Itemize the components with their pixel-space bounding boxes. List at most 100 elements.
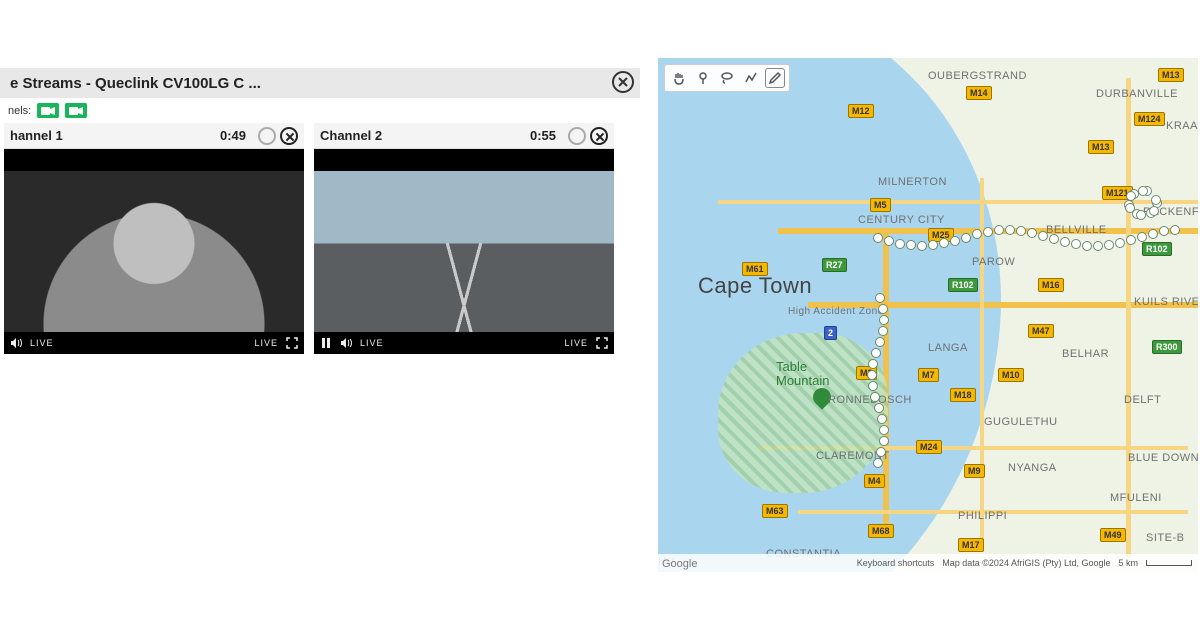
map-route-shield: M49 [1100, 528, 1126, 542]
map-route-shield: M61 [742, 262, 768, 276]
video-player-channel-2[interactable]: LIVE LIVE [314, 149, 614, 354]
map-route-shield: M4 [864, 474, 885, 488]
channel-bar: hannel 1 0:49 [4, 123, 304, 149]
channels-label: nels: [8, 105, 31, 117]
streams-title: e Streams - Queclink CV100LG C ... [10, 75, 261, 92]
map-route-shield: M121 [1102, 186, 1133, 200]
map-scale-bar [1146, 560, 1192, 566]
fullscreen-icon[interactable] [596, 337, 608, 349]
map-route-shield: M16 [1038, 278, 1064, 292]
map-town-label: CENTURY CITY [858, 214, 945, 226]
map-town-label: PAROW [972, 256, 1015, 268]
channel-close-button[interactable] [590, 127, 608, 145]
pin-icon [696, 71, 710, 85]
map-attribution: Map data ©2024 AfriGIS (Pty) Ltd, Google [942, 558, 1110, 568]
streams-header: e Streams - Queclink CV100LG C ... [0, 68, 640, 98]
channel-tile-1: hannel 1 0:49 LIVE LIVE [4, 123, 304, 354]
map-route-shield: M47 [1028, 324, 1054, 338]
camera-icon [41, 106, 55, 116]
map-town-label: LANGA [928, 342, 968, 354]
live-streams-panel: e Streams - Queclink CV100LG C ... nels:… [0, 68, 640, 354]
map-town-label: OUBERGSTRAND [928, 70, 1027, 82]
channel-timer: 0:49 [220, 128, 246, 143]
video-frame-driver [4, 171, 304, 332]
map-town-label: BELLVILLE [1046, 224, 1107, 236]
map-route-shield: R27 [822, 258, 847, 272]
live-badge: LIVE [254, 338, 278, 348]
video-controls: LIVE LIVE [4, 332, 304, 354]
map-route-shield: M5 [870, 198, 891, 212]
map-route-shield: M124 [1134, 112, 1165, 126]
camera-icon [69, 106, 83, 116]
live-badge: LIVE [564, 338, 588, 348]
map-route-shield: M13 [1158, 68, 1184, 82]
pencil-icon [768, 71, 782, 85]
map-route-shield: 2 [824, 326, 837, 340]
map-town-label: BELHAR [1062, 348, 1109, 360]
channels-toggle-row: nels: [0, 98, 640, 123]
close-icon [618, 77, 628, 87]
map-road [980, 178, 984, 548]
channel-close-button[interactable] [280, 127, 298, 145]
map-keyboard-shortcuts-link[interactable]: Keyboard shortcuts [857, 558, 935, 568]
volume-icon[interactable] [10, 337, 22, 349]
camera-toggle-channel-1[interactable] [37, 103, 59, 118]
channel-tile-2: Channel 2 0:55 LIVE LIVE [314, 123, 614, 354]
live-label: LIVE [360, 338, 384, 348]
map-poi-label: Table Mountain [776, 360, 829, 389]
map-route-shield: R102 [1142, 242, 1172, 256]
channel-bar: Channel 2 0:55 [314, 123, 614, 149]
map-town-label: PHILIPPI [958, 510, 1007, 522]
map-accident-label: High Accident Zone [788, 306, 884, 317]
channel-name: hannel 1 [10, 128, 63, 143]
map-town-label: BLUE DOWN [1128, 452, 1198, 464]
map-town-label: CLAREMONT [816, 450, 890, 462]
map-route-shield: M13 [1088, 140, 1114, 154]
map-route-shield: M12 [848, 104, 874, 118]
pause-icon[interactable] [320, 337, 332, 349]
map-route-shield: R102 [948, 278, 978, 292]
video-controls: LIVE LIVE [314, 332, 614, 354]
map-toolbar [664, 64, 790, 92]
map-town-label: KUILS RIVER [1134, 296, 1198, 308]
map-town-label: RACKENF [1143, 206, 1198, 218]
map-pan-tool[interactable] [669, 68, 689, 88]
map-town-label: SITE-B [1146, 532, 1184, 544]
map-road [778, 228, 1198, 234]
route-map[interactable]: Table Mountain Cape Town High Accident Z… [658, 58, 1198, 572]
video-player-channel-1[interactable]: LIVE LIVE [4, 149, 304, 354]
map-polyline-tool[interactable] [741, 68, 761, 88]
record-indicator [258, 127, 276, 145]
map-scale-label: 5 km [1118, 558, 1138, 568]
live-label: LIVE [30, 338, 54, 348]
map-route-shield: M3 [856, 366, 877, 380]
map-route-shield: M7 [918, 368, 939, 382]
polyline-icon [744, 71, 758, 85]
map-town-label: NYANGA [1008, 462, 1057, 474]
channel-name: Channel 2 [320, 128, 382, 143]
volume-icon[interactable] [340, 337, 352, 349]
map-route-shield: M9 [964, 464, 985, 478]
map-route-shield: M17 [958, 538, 984, 552]
map-park-area [718, 333, 888, 493]
video-frame-road [314, 171, 614, 332]
close-panel-button[interactable] [612, 71, 634, 93]
map-route-shield: M18 [950, 388, 976, 402]
map-town-label: GUGULETHU [984, 416, 1058, 428]
record-indicator [568, 127, 586, 145]
lasso-icon [720, 71, 734, 85]
map-city-label: Cape Town [698, 273, 812, 299]
map-route-shield: M68 [868, 524, 894, 538]
hand-icon [672, 71, 686, 85]
map-town-label: DELFT [1124, 394, 1161, 406]
map-draw-tool[interactable] [765, 68, 785, 88]
map-marker-tool[interactable] [693, 68, 713, 88]
camera-toggle-channel-2[interactable] [65, 103, 87, 118]
map-lasso-tool[interactable] [717, 68, 737, 88]
map-town-label: MILNERTON [878, 176, 947, 188]
map-town-label: DURBANVILLE [1096, 88, 1178, 100]
map-town-label: RONNEBOSCH [828, 394, 912, 406]
map-brand-label: Google [662, 558, 697, 570]
map-route-shield: M14 [966, 86, 992, 100]
fullscreen-icon[interactable] [286, 337, 298, 349]
